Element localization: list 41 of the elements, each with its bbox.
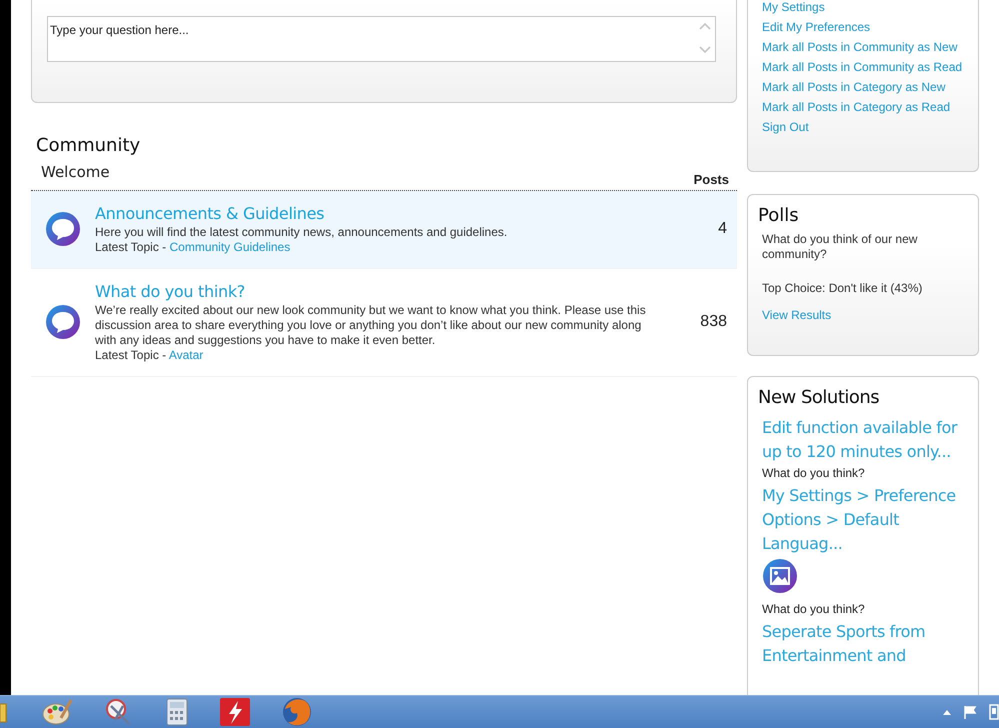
latest-topic-label: Latest Topic - xyxy=(95,240,166,254)
latest-topic-link[interactable]: Avatar xyxy=(168,348,204,362)
community-heading: Community xyxy=(36,134,140,158)
polls-heading: Polls xyxy=(758,205,799,226)
solution-link[interactable]: Seperate Sports from Entertainment and xyxy=(762,620,964,668)
view-results-link[interactable]: View Results xyxy=(762,308,964,322)
lightning-app-icon[interactable] xyxy=(219,697,251,727)
latest-topic-label: Latest Topic - xyxy=(95,348,166,362)
menu-link[interactable]: Mark all Posts in Category as New xyxy=(762,80,964,94)
speech-bubble-icon xyxy=(45,304,81,340)
solution-board: What do you think? xyxy=(762,602,866,616)
board-description: Here you will find the latest community news, announcements and guidelines. xyxy=(95,225,508,240)
menu-link[interactable]: Edit My Preferences xyxy=(762,20,964,34)
caret-up-icon[interactable] xyxy=(943,709,951,715)
power-plug-icon[interactable] xyxy=(989,704,999,720)
flag-icon[interactable] xyxy=(963,705,977,719)
menu-link[interactable]: Mark all Posts in Community as New xyxy=(762,40,964,54)
board-description: We’re really excited about our new look community but we want to know what you think. Please use this discussion area to share everything you love or anything you don’t like about our new community along with any ideas and suggestions you have to make it even better. xyxy=(95,303,647,348)
posts-column-header: Posts xyxy=(694,172,729,187)
menu-link[interactable]: Mark all Posts in Category as Read xyxy=(762,100,964,114)
posts-count: 838 xyxy=(699,312,728,332)
new-solutions-heading: New Solutions xyxy=(758,387,880,408)
solution-link[interactable]: My Settings > Preference Options > Default Languag... xyxy=(762,484,964,556)
board-row[interactable]: Announcements & Guidelines Here you will find the latest community news, announcements and guidelines. Latest Topic - Community Guidelines 4 xyxy=(31,191,737,269)
browser-globe-icon[interactable] xyxy=(281,697,313,727)
poll-top-choice: Top Choice: Don't like it (43%) xyxy=(762,281,924,296)
menu-link[interactable]: Sign Out xyxy=(762,120,964,134)
speech-bubble-icon xyxy=(45,211,81,247)
section-heading: Welcome xyxy=(41,163,110,183)
menu-link[interactable]: Mark all Posts in Community as Read xyxy=(762,60,964,74)
paint-palette-icon[interactable] xyxy=(41,698,73,726)
board-title-link[interactable]: What do you think? xyxy=(95,281,245,303)
calculator-icon[interactable] xyxy=(165,698,189,726)
solution-board: What do you think? xyxy=(762,466,866,480)
solution-link[interactable]: Edit function available for up to 120 minutes only... xyxy=(762,416,964,464)
menu-link[interactable]: My Settings xyxy=(762,0,964,14)
board-title-link[interactable]: Announcements & Guidelines xyxy=(95,203,324,225)
poll-question: What do you think of our new community? xyxy=(762,232,918,262)
latest-topic-link[interactable]: Community Guidelines xyxy=(170,240,290,254)
posts-count: 4 xyxy=(717,219,728,239)
question-field[interactable]: Type your question here... xyxy=(47,16,716,62)
